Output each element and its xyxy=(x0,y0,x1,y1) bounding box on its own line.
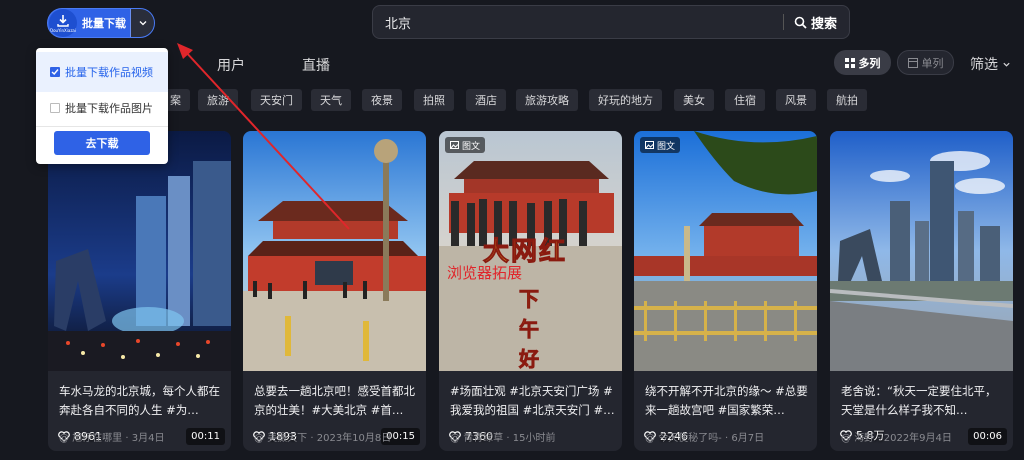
post-date: 3月4日 xyxy=(131,433,165,444)
chevron-down-icon xyxy=(1003,62,1011,67)
card-meta: @ 海野 · 2022年9月4日 xyxy=(841,433,952,444)
video-card[interactable]: 1893 00:15 总要去一趟北京吧！感受首都北京的壮美！#大美北京 #首… … xyxy=(243,131,426,451)
logo-text: DouYinXiazai xyxy=(50,27,76,33)
card-title: 绕不开解不开北京的缘～ #总要来一趟故宫吧 #国家繁荣… xyxy=(645,384,808,417)
go-download-button[interactable]: 去下载 xyxy=(54,131,150,155)
search-button-label: 搜索 xyxy=(810,16,837,32)
video-thumbnail xyxy=(48,131,231,371)
multi-column-button[interactable]: 多列 xyxy=(834,50,891,75)
card-meta: @ 美摄天下 · 2023年10月8日 xyxy=(254,433,392,444)
card-title: 车水马龙的北京城，每个人都在奔赴各自不同的人生 #为… xyxy=(59,384,220,417)
post-date: 6月7日 xyxy=(731,433,765,444)
author-name[interactable]: 海野 xyxy=(854,433,874,444)
image-icon xyxy=(645,141,654,149)
video-card[interactable]: 8961 00:11 车水马龙的北京城，每个人都在奔赴各自不同的人生 #为… @… xyxy=(48,131,231,451)
overlay-char: 午 xyxy=(519,317,540,342)
single-column-label: 单列 xyxy=(921,56,944,70)
author-name[interactable]: 青青绿草 xyxy=(463,433,503,444)
overlay-char: 下 xyxy=(519,287,540,312)
menu-item-download-images[interactable]: 批量下载作品图片 xyxy=(36,88,168,128)
tab-live[interactable]: 直播 xyxy=(302,55,330,75)
menu-item-download-videos[interactable]: 批量下载作品视频 xyxy=(36,52,168,92)
post-date: 15小时前 xyxy=(512,433,556,444)
batch-download-menu: 批量下载作品视频 批量下载作品图片 去下载 xyxy=(36,48,168,164)
video-card[interactable]: 5.8万 00:06 老舍说：“秋天一定要住北平，天堂是什么样子我不知… @ 海… xyxy=(830,131,1013,451)
author-name[interactable]: 今天使秘了吗- xyxy=(658,433,722,444)
chip-tag[interactable]: 夜景 xyxy=(362,89,402,111)
chip-tag[interactable]: 旅游 xyxy=(198,89,238,111)
author-name[interactable]: 旭仔在哪里 xyxy=(72,433,122,444)
batch-download-extension-button[interactable]: DouYinXiazai 批量下载 xyxy=(47,8,155,38)
card-meta: @ 今天使秘了吗- · 6月7日 xyxy=(645,433,765,444)
chip-tag[interactable]: 拍照 xyxy=(414,89,454,111)
chip-tag[interactable]: 天气 xyxy=(311,89,351,111)
menu-item-label: 批量下载作品视频 xyxy=(65,66,153,79)
chip-tag[interactable]: 美女 xyxy=(674,89,714,111)
card-title: 总要去一趟北京吧！感受首都北京的壮美！#大美北京 #首… xyxy=(254,384,415,417)
single-view-icon xyxy=(907,57,918,68)
badge-label: 图文 xyxy=(657,141,676,152)
search-button[interactable]: 搜索 xyxy=(784,13,849,32)
chip-tag[interactable]: 风景 xyxy=(776,89,816,111)
menu-divider xyxy=(36,126,168,127)
post-date: 2022年9月4日 xyxy=(883,433,952,444)
author-name[interactable]: 美摄天下 xyxy=(267,433,307,444)
chip-tag[interactable]: 住宿 xyxy=(725,89,765,111)
image-post-card[interactable]: 图文 2246 绕不开解不开北京的缘～ #总要来一趟故宫吧 #国家繁荣… @ 今… xyxy=(634,131,817,451)
menu-item-label: 批量下载作品图片 xyxy=(65,102,153,115)
grid-icon xyxy=(844,57,855,68)
card-meta: @ 青青绿草 · 15小时前 xyxy=(450,433,556,444)
checkbox-icon[interactable] xyxy=(50,103,60,113)
image-icon xyxy=(450,141,459,149)
search-bar: 搜索 xyxy=(372,5,850,39)
video-duration: 00:06 xyxy=(968,428,1007,445)
search-icon xyxy=(794,16,807,29)
video-thumbnail xyxy=(830,131,1013,371)
overlay-subtitle: 浏览器拓展 xyxy=(447,264,523,282)
video-thumbnail xyxy=(243,131,426,371)
image-post-badge: 图文 xyxy=(445,137,486,153)
tab-users[interactable]: 用户 xyxy=(217,55,245,75)
extension-label: 批量下载 xyxy=(82,17,126,30)
chip-tag[interactable]: 航拍 xyxy=(827,89,867,111)
image-post-card[interactable]: 大网红 浏览器拓展 下 午 好 图文 7360 #场面壮观 #北京天安门广场 #… xyxy=(439,131,622,451)
chip-tag[interactable]: 旅游攻略 xyxy=(516,89,578,111)
single-column-button[interactable]: 单列 xyxy=(897,50,954,75)
chip-tag[interactable]: 酒店 xyxy=(466,89,506,111)
video-duration: 00:11 xyxy=(186,428,225,445)
post-thumbnail xyxy=(634,131,817,371)
image-post-badge: 图文 xyxy=(640,137,681,153)
card-title: #场面壮观 #北京天安门广场 #我爱我的祖国 #北京天安门 #… xyxy=(450,384,615,417)
card-title: 老舍说：“秋天一定要住北平，天堂是什么样子我不知… xyxy=(841,384,997,417)
card-meta: @ 旭仔在哪里 · 3月4日 xyxy=(59,433,165,444)
overlay-char: 好 xyxy=(519,347,540,371)
filter-label: 筛选 xyxy=(970,57,998,73)
download-logo-icon: DouYinXiazai xyxy=(49,9,77,37)
post-date: 2023年10月8日 xyxy=(316,433,392,444)
checkbox-checked-icon[interactable] xyxy=(50,67,60,77)
filter-dropdown[interactable]: 筛选 xyxy=(970,54,1011,74)
chip-tag[interactable]: 天安门 xyxy=(251,89,302,111)
search-input[interactable] xyxy=(373,14,783,30)
badge-label: 图文 xyxy=(462,141,481,152)
chevron-down-icon[interactable] xyxy=(130,9,154,37)
chip-tag[interactable]: 好玩的地方 xyxy=(589,89,662,111)
multi-column-label: 多列 xyxy=(858,56,881,70)
post-thumbnail: 大网红 浏览器拓展 下 午 好 xyxy=(439,131,622,371)
